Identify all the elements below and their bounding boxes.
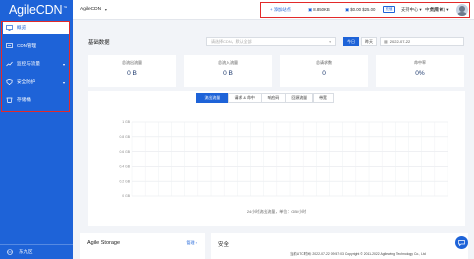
traffic-chart: 1 GB 0.8 GB 0.6 GB 0.4 GB 0.2 GB 0 GB: [119, 120, 448, 198]
avatar[interactable]: [456, 4, 468, 16]
support-label: 支持中心: [401, 7, 419, 12]
sidebar-item-label: 概览: [17, 25, 27, 30]
card-title: Agile Storage: [87, 240, 121, 246]
balance-indicator: ▣ $0.00 $25.00: [345, 7, 375, 13]
storage-card: Agile Storage 管理 ›: [80, 233, 205, 259]
chevron-down-icon: ▾: [62, 61, 65, 67]
stat-value: 0%: [415, 70, 425, 77]
sidebar-item-monitoring[interactable]: 监控与流量 ▾: [3, 58, 69, 70]
manage-link[interactable]: 管理 ›: [187, 240, 197, 246]
sidebar-item-label: 安全防护: [17, 79, 36, 84]
y-tick-label: 0.4 GB: [119, 165, 130, 169]
sidebar: AgileCDN ™ 概览 CDN管理 监控与流量 ▾ 安全防护 ▾ 存储桶 东…: [0, 0, 73, 259]
timezone-selector[interactable]: 东九区: [0, 244, 73, 259]
caret-down-icon: ▾: [445, 7, 449, 12]
footer-text: 当前UTC时间: 2022-07-22 09:57:03 Copyright ©…: [290, 252, 426, 256]
shield-icon: [6, 79, 13, 85]
add-site-link[interactable]: + 添加站点: [270, 7, 291, 13]
stat-value: 0 B: [223, 70, 233, 77]
cloud-icon: [6, 43, 13, 49]
date-value: 2022-07-22: [389, 39, 411, 44]
globe-icon: [7, 248, 13, 256]
chevron-down-icon: ▾: [62, 79, 65, 85]
today-button[interactable]: 今日: [343, 37, 359, 46]
stat-card-ingress: 总流入流量 0 B: [184, 55, 272, 87]
calendar-icon: ▦: [384, 39, 388, 44]
traffic-icon: ▣: [308, 7, 313, 12]
date-picker[interactable]: ▦ 2022-07-22: [380, 37, 464, 46]
chat-button[interactable]: [455, 236, 468, 249]
y-tick-label: 0.8 GB: [119, 135, 130, 139]
logo-text: AgileCDN: [9, 3, 63, 17]
sidebar-item-overview[interactable]: 概览: [3, 22, 69, 34]
cdn-select[interactable]: 请选择CDN，默认全部 ▾: [206, 37, 336, 46]
tab-status-codes[interactable]: 响应码: [260, 93, 286, 103]
bucket-icon: [6, 97, 13, 103]
y-tick-label: 0.2 GB: [119, 179, 130, 183]
stat-card-egress: 总流出流量 0 B: [88, 55, 176, 87]
caret-down-icon: ▼: [104, 7, 108, 12]
monitor-icon: [6, 25, 13, 31]
traffic-indicator: ▣ 8.850KB: [308, 7, 330, 13]
top-bar: AgileCDN ▼ + 添加站点 ▣ 8.850KB ▣ $0.00 $25.…: [73, 0, 474, 20]
metric-tabs: 流出流量 请求 & 命中 响应码 回源流量 带宽: [196, 93, 334, 103]
stat-value: 0: [322, 70, 326, 77]
logo[interactable]: AgileCDN ™: [0, 0, 73, 20]
sidebar-item-label: CDN管理: [17, 43, 37, 48]
language-label: 中文(简体): [425, 7, 446, 12]
tab-bandwidth[interactable]: 带宽: [312, 93, 334, 103]
chart-caption: 24小时流出流量，单位：GB/小时: [246, 209, 307, 214]
logo-trademark: ™: [63, 4, 68, 10]
recharge-button[interactable]: 充值: [383, 6, 395, 13]
section-title: 基础数据: [88, 40, 110, 46]
project-name: AgileCDN: [80, 7, 102, 12]
cdn-select-placeholder: 请选择CDN，默认全部: [211, 38, 252, 44]
support-menu[interactable]: 支持中心 ▾: [401, 7, 422, 13]
tab-origin-traffic[interactable]: 回源流量: [285, 93, 314, 103]
stat-label: 总流入流量: [218, 60, 238, 65]
stat-card-hit-rate: 命中率 0%: [376, 55, 464, 87]
wallet-icon: ▣: [345, 7, 350, 12]
yesterday-button[interactable]: 昨天: [361, 37, 377, 46]
stat-value: 0 B: [127, 70, 137, 77]
project-selector[interactable]: AgileCDN ▼: [80, 7, 108, 12]
stat-label: 总流出流量: [122, 60, 142, 65]
sidebar-item-bucket[interactable]: 存储桶: [3, 94, 69, 106]
card-title: 安全: [218, 242, 230, 248]
tab-egress[interactable]: 流出流量: [196, 93, 229, 103]
sidebar-item-label: 监控与流量: [17, 61, 40, 66]
chart-icon: [6, 61, 13, 67]
stat-card-requests: 总请求数 0: [280, 55, 368, 87]
timezone-label: 东九区: [19, 249, 33, 254]
y-tick-label: 0 GB: [122, 194, 130, 198]
language-menu[interactable]: 中文(简体) ▾: [425, 7, 448, 13]
chat-icon: [458, 239, 465, 246]
tab-requests-hits[interactable]: 请求 & 命中: [227, 93, 262, 103]
sidebar-item-cdn[interactable]: CDN管理: [3, 40, 69, 52]
y-tick-label: 1 GB: [122, 120, 130, 124]
y-tick-label: 0.6 GB: [119, 150, 130, 154]
balance-value: $0.00 $25.00: [350, 7, 376, 12]
sidebar-item-label: 存储桶: [17, 97, 31, 102]
stat-label: 总请求数: [316, 60, 332, 65]
sidebar-item-security[interactable]: 安全防护 ▾: [3, 76, 69, 88]
traffic-value: 8.850KB: [313, 7, 330, 12]
chevron-down-icon: ▾: [329, 39, 331, 44]
caret-down-icon: ▾: [419, 7, 422, 12]
stat-label: 命中率: [414, 60, 426, 65]
